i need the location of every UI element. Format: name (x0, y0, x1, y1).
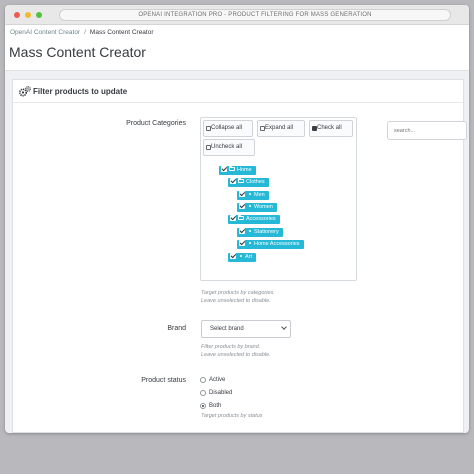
filter-panel: Filter products to update Product Catego… (12, 79, 467, 433)
checkbox-checked-icon[interactable] (239, 191, 245, 197)
minimize-window-button[interactable] (25, 12, 31, 18)
expand-all-button[interactable]: Expand all (257, 120, 305, 137)
brand-select[interactable]: Select brand (201, 320, 291, 338)
checkbox-checked-icon[interactable] (230, 215, 236, 221)
close-window-button[interactable] (14, 12, 20, 18)
status-label: Product status (141, 377, 186, 384)
checkbox-checked-icon[interactable] (230, 253, 236, 259)
breadcrumb: OpenAI Content Creator / Mass Content Crea… (10, 29, 154, 36)
page-header: OpenAI Content Creator / Mass Content Crea… (5, 25, 469, 71)
bullet-icon (249, 230, 251, 232)
tree-node-art[interactable]: Art (228, 253, 257, 262)
bullet-icon (249, 242, 251, 244)
tree-node-accessories[interactable]: Accessories (228, 215, 280, 224)
radio-button[interactable] (200, 377, 206, 383)
status-help: Target products by status (201, 413, 263, 419)
radio-button-selected[interactable] (200, 403, 206, 409)
brand-label: Brand (167, 325, 186, 332)
checkbox-checked-icon[interactable] (230, 178, 236, 184)
categories-help: Target products by categories. Leave uns… (201, 290, 275, 304)
folder-icon (238, 178, 244, 183)
checkbox-checked-icon[interactable] (239, 240, 245, 246)
tree-node-clothes[interactable]: Clothes (228, 178, 269, 187)
collapse-icon (206, 126, 211, 131)
address-bar[interactable]: OPENAI INTEGRATION PRO - PRODUCT FILTERI… (59, 9, 451, 21)
tree-node-home-accessories[interactable]: Home Accessories (237, 240, 304, 249)
checkbox-checked-icon[interactable] (239, 228, 245, 234)
tree-node-home[interactable]: Home (219, 166, 256, 175)
checkbox-empty-icon (206, 145, 211, 150)
check-all-button[interactable]: Check all (309, 120, 353, 137)
breadcrumb-parent-link[interactable]: OpenAI Content Creator (10, 29, 80, 36)
checkbox-checked-icon[interactable] (221, 166, 227, 172)
page-title: Mass Content Creator (9, 44, 146, 60)
tree-node-women[interactable]: Women (237, 203, 277, 212)
brand-help: Filter products by brand. Leave unselect… (201, 344, 271, 358)
checkbox-checked-icon (312, 126, 317, 131)
collapse-all-button[interactable]: Collapse all (203, 120, 253, 137)
category-tree-box: Collapse all Expand all Check all Unchec… (200, 117, 467, 281)
tree-node-men[interactable]: Men (237, 191, 269, 200)
panel-title: Filter products to update (33, 87, 128, 96)
browser-window: OPENAI INTEGRATION PRO - PRODUCT FILTERI… (5, 5, 469, 433)
checkbox-checked-icon[interactable] (239, 203, 245, 209)
tree-node-stationery[interactable]: Stationery (237, 228, 283, 237)
expand-icon (260, 126, 265, 131)
maximize-window-button[interactable] (36, 12, 42, 18)
folder-icon (238, 215, 244, 220)
panel-header: Filter products to update (13, 80, 463, 103)
radio-button[interactable] (200, 390, 206, 396)
categories-label: Product Categories (126, 120, 186, 127)
folder-icon (229, 166, 235, 171)
cogs-icon (19, 86, 31, 97)
bullet-icon (249, 205, 251, 207)
bullet-icon (249, 193, 251, 195)
breadcrumb-separator: / (84, 29, 86, 36)
category-search-input[interactable] (387, 121, 467, 140)
chevron-down-icon (281, 324, 287, 330)
title-bar: OPENAI INTEGRATION PRO - PRODUCT FILTERI… (5, 5, 469, 25)
breadcrumb-current: Mass Content Creator (89, 29, 154, 36)
uncheck-all-button[interactable]: Uncheck all (203, 139, 255, 156)
bullet-icon (240, 255, 242, 257)
